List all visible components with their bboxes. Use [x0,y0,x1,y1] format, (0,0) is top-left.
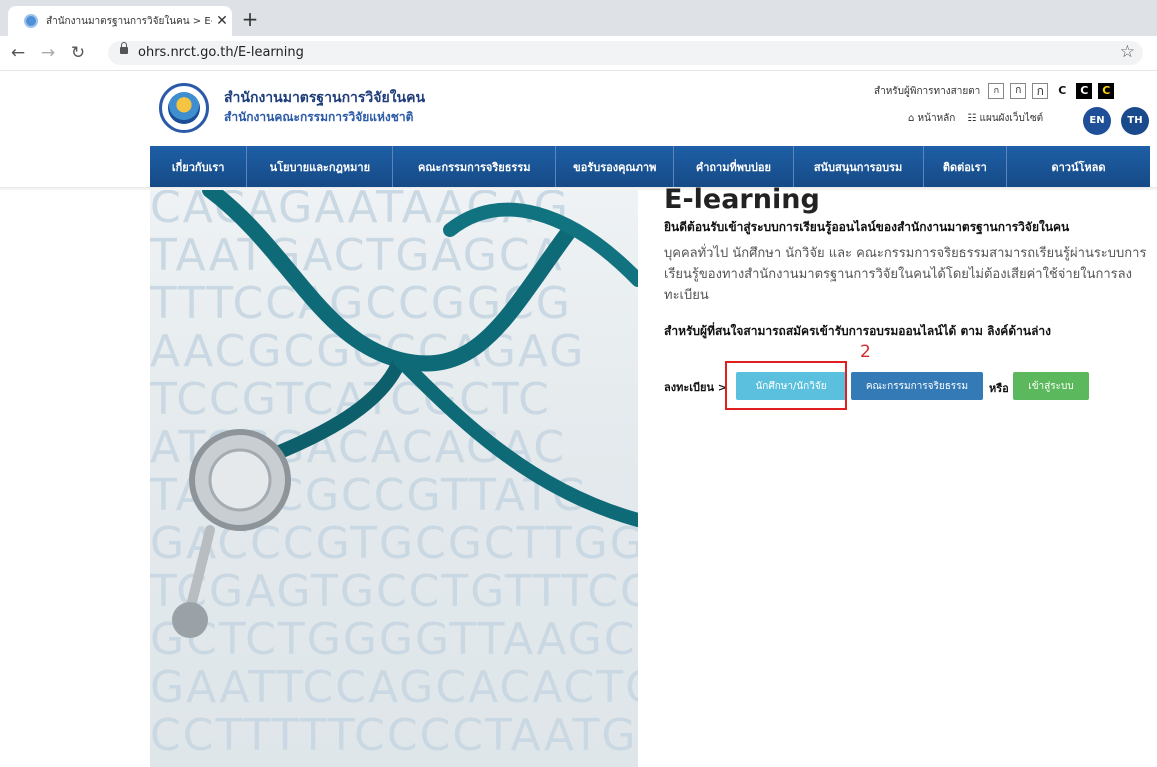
nav-policy[interactable]: นโยบายและกฎหมาย [247,146,394,187]
home-icon: ⌂ [908,113,915,124]
main-nav: เกี่ยวกับเรา นโยบายและกฎหมาย คณะกรรมการจ… [150,146,1150,187]
sitemap-link[interactable]: ☷ แผนผังเว็บไซต์ [967,111,1043,126]
forward-icon[interactable]: → [36,41,60,65]
welcome-heading: ยินดีต้อนรับเข้าสู่ระบบการเรียนรู้ออนไลน… [664,220,1070,234]
sitemap-icon: ☷ [967,113,977,124]
org-name-primary: สำนักงานมาตรฐานการวิจัยในคน [224,90,426,106]
bookmark-star-icon[interactable]: ☆ [1120,42,1135,62]
intro-paragraph: บุคคลทั่วไป นักศึกษา นักวิจัย และ คณะกรร… [664,246,1147,303]
lock-icon [120,42,128,54]
site-favicon-icon [24,14,38,28]
nav-download[interactable]: ดาวน์โหลด [1007,146,1150,187]
home-link[interactable]: ⌂ หน้าหลัก [908,111,955,126]
back-icon[interactable]: ← [6,41,30,65]
or-label: หรือ [989,382,1009,395]
register-label: ลงทะเบียน > [664,381,728,394]
register-committee-button[interactable]: คณะกรรมการจริยธรรม [851,372,983,400]
nav-about[interactable]: เกี่ยวกับเรา [150,146,248,187]
new-tab-button[interactable]: + [238,7,262,31]
login-button[interactable]: เข้าสู่ระบบ [1013,372,1089,400]
font-size-medium-button[interactable]: ก [1010,83,1027,99]
tab-title: สำนักงานมาตรฐานการวิจัยในคน > E-l [46,15,212,27]
annotation-number: 2 [860,342,871,362]
highlight-box [725,361,847,410]
nav-ethics-committee[interactable]: คณะกรรมการจริยธรรม [393,146,557,187]
address-input[interactable]: ohrs.nrct.go.th/E-learning ☆ [108,41,1143,65]
browser-tab[interactable]: สำนักงานมาตรฐานการวิจัยในคน > E-l ✕ [8,6,232,36]
close-tab-icon[interactable]: ✕ [212,13,232,29]
header-links: ⌂ หน้าหลัก ☷ แผนผังเว็บไซต์ [908,111,1043,126]
registration-note: สำหรับผู้ที่สนใจสามารถสมัครเข้ารับการอบร… [664,324,1052,338]
accessibility-tools: สำหรับผู้พิการทางสายตา ก ก ก C C C [874,83,1120,99]
nav-certification[interactable]: ขอรับรองคุณภาพ [556,146,675,187]
font-size-small-button[interactable]: ก [988,83,1005,99]
address-bar-row: ← → ↻ ohrs.nrct.go.th/E-learning ☆ [0,36,1157,71]
accessibility-label: สำหรับผู้พิการทางสายตา [874,85,981,97]
browser-tabbar: สำนักงานมาตรฐานการวิจัยในคน > E-l ✕ + [0,0,1157,36]
nav-faq[interactable]: คำถามที่พบบ่อย [674,146,794,187]
contrast-dark-button[interactable]: C [1076,83,1093,99]
url-text: ohrs.nrct.go.th/E-learning [138,45,304,60]
nav-contact[interactable]: ติดต่อเรา [924,146,1008,187]
lang-en-button[interactable]: EN [1083,107,1111,135]
hero-image: CACAGAATAAGAG TAATGACTGAGCA TTTCCAGCCGGC… [150,190,638,767]
org-logo[interactable] [159,83,209,133]
font-size-large-button[interactable]: ก [1032,83,1049,99]
nav-training[interactable]: สนับสนุนการอบรม [794,146,924,187]
stethoscope-illustration [172,190,638,638]
reload-icon[interactable]: ↻ [66,41,90,65]
contrast-default-button[interactable]: C [1054,83,1070,99]
page-title: E-learning [664,184,820,215]
lang-th-button[interactable]: TH [1121,107,1149,135]
org-name-secondary: สำนักงานคณะกรรมการวิจัยแห่งชาติ [224,110,414,124]
contrast-yellow-button[interactable]: C [1098,83,1115,99]
